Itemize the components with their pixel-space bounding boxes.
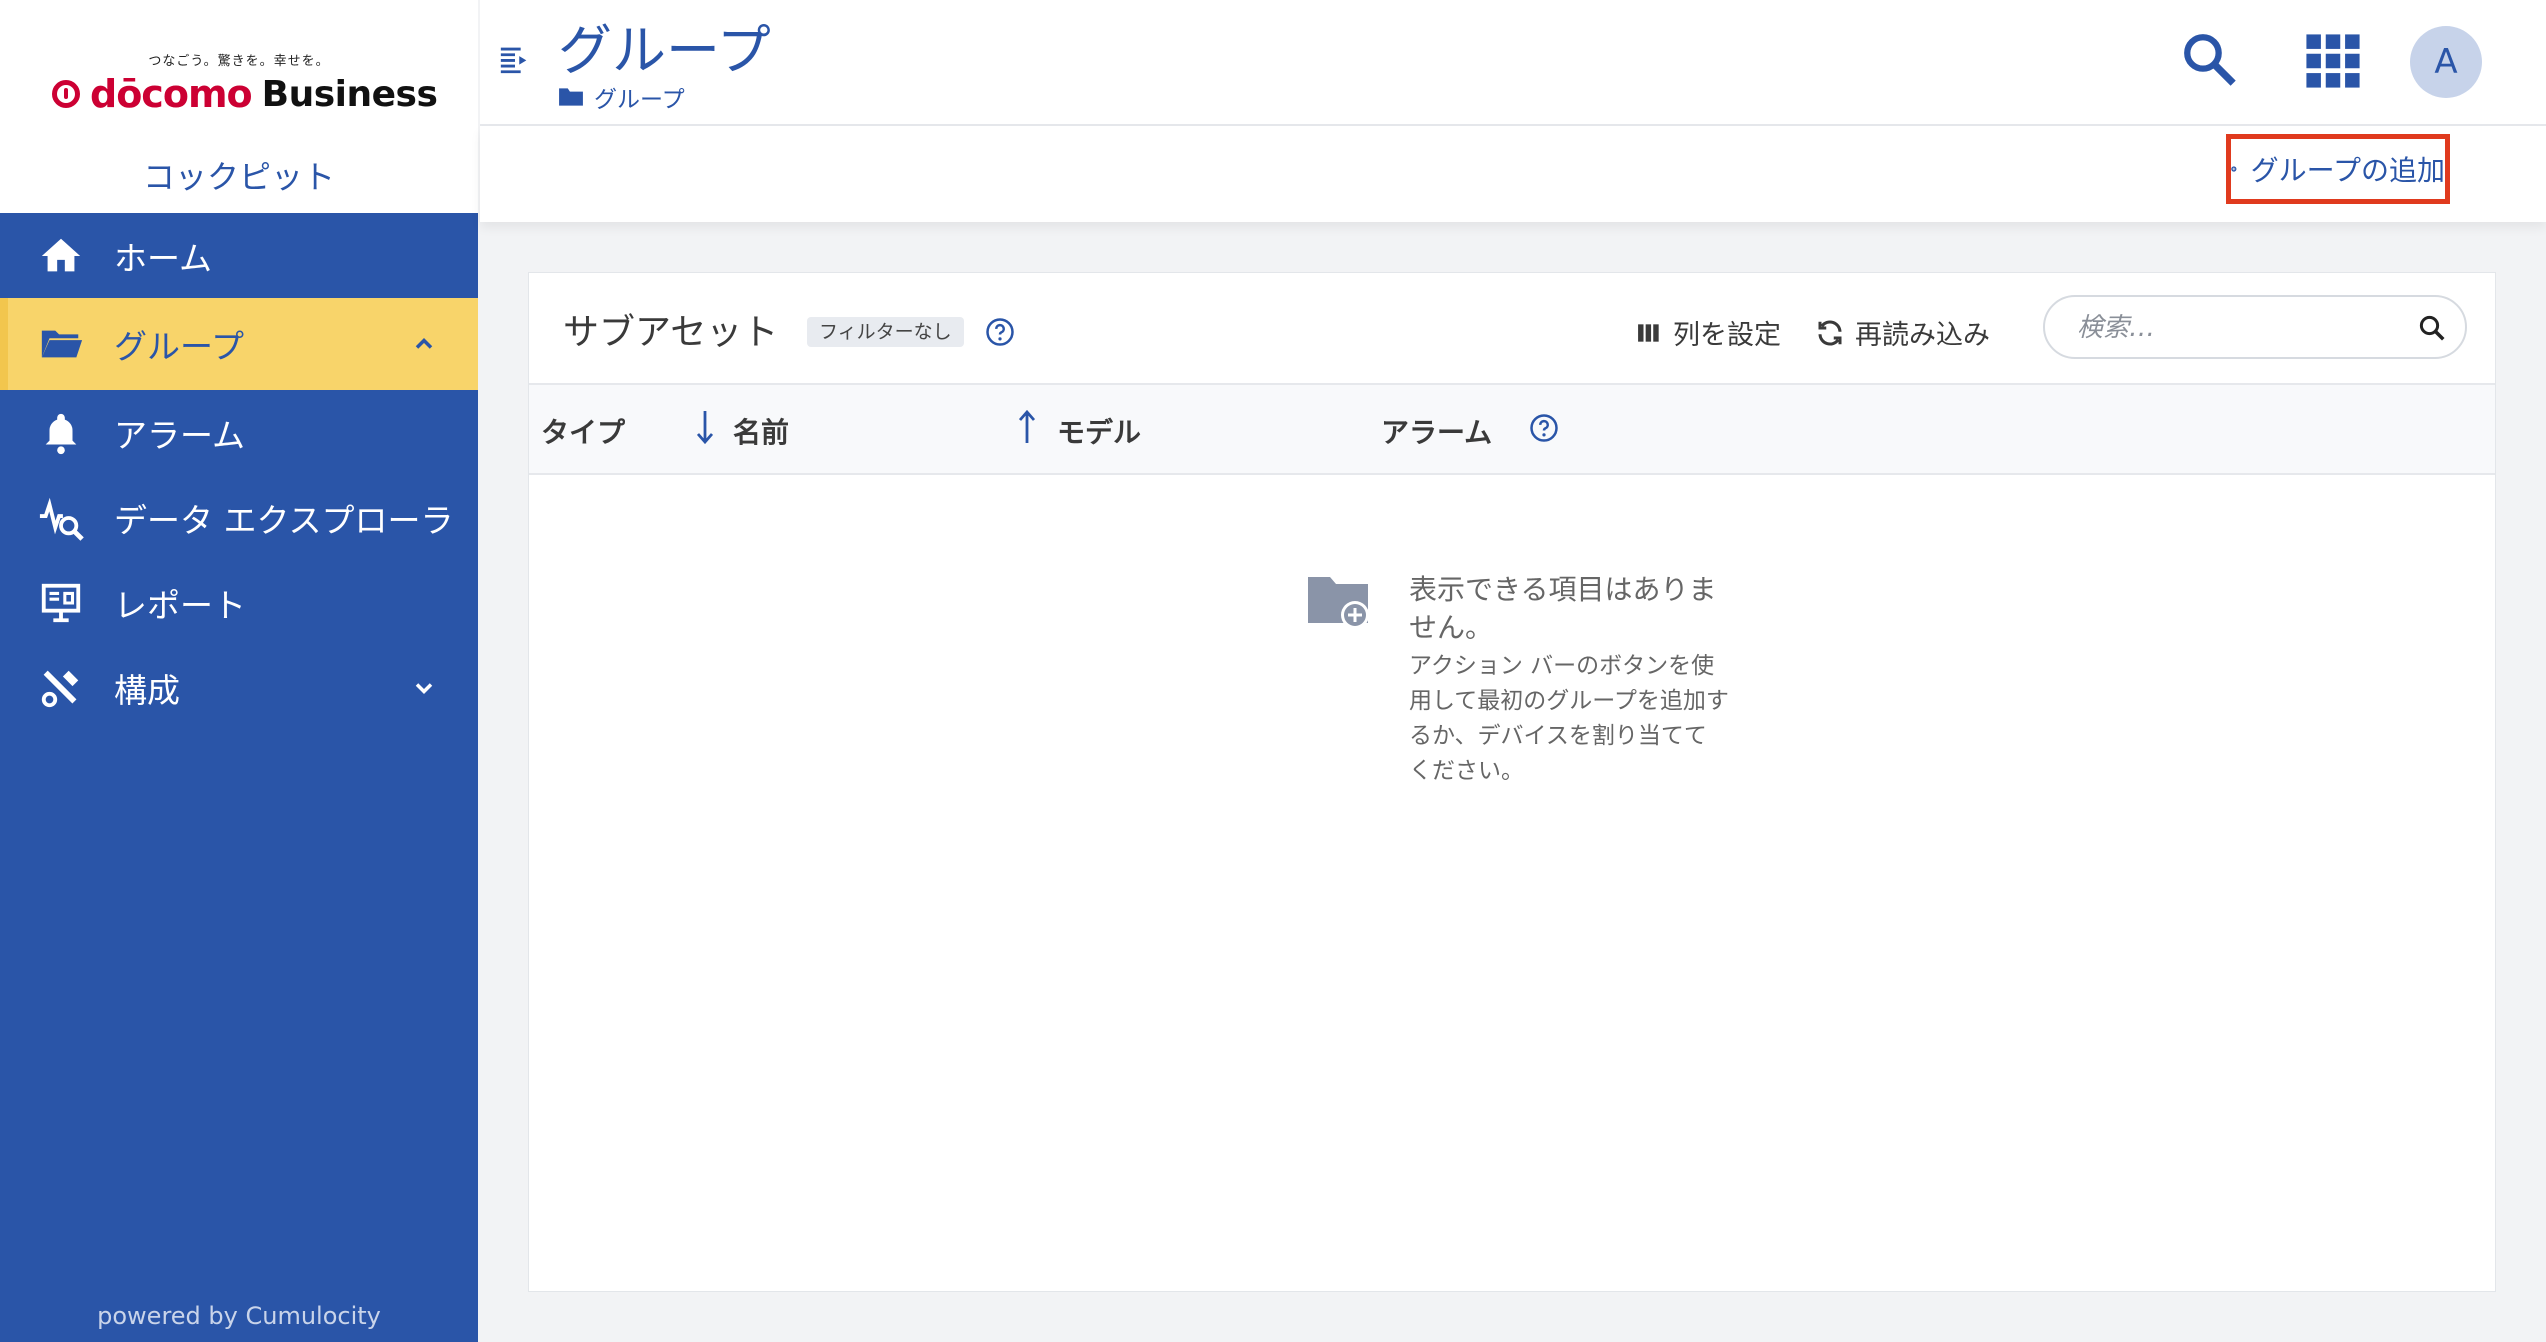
app-name: コックピット (142, 158, 335, 196)
action-bar: グループの追加 (480, 126, 2546, 222)
refresh-icon (1818, 319, 1842, 346)
powered-by-text: powered by Cumulocity (97, 1302, 381, 1330)
sidebar-item-data-explorer[interactable]: データ エクスプローラ (0, 475, 478, 560)
folder-icon (41, 330, 83, 358)
search-field[interactable] (2043, 295, 2467, 359)
empty-state-title: 表示できる項目はありません。 (1409, 573, 1717, 644)
subassets-card: サブアセット フィルターなし 列を設定 再読み込み 検索… タイプ 名前 モデル… (528, 272, 2496, 1292)
column-header-alarms[interactable]: アラーム (1381, 411, 1492, 451)
empty-state-description: アクション バーのボタンを使用して最初のグループを追加するか、デバイスを割り当て… (1409, 653, 1729, 784)
column-header-type[interactable]: タイプ (541, 411, 625, 451)
sidebar-item-label: レポート (114, 585, 246, 625)
table-header-row: タイプ 名前 モデル アラーム (529, 385, 2495, 475)
docomo-logo-mark (52, 80, 80, 108)
add-folder-icon (1308, 577, 1369, 629)
logo-business-text: Business (261, 73, 438, 115)
sidebar-item-home[interactable]: ホーム (0, 213, 478, 298)
data-explorer-icon (39, 497, 84, 541)
sidebar-item-label: ホーム (114, 238, 213, 278)
configure-columns-label: 列を設定 (1673, 320, 1781, 351)
sidebar-item-label: データ エクスプローラ (114, 500, 454, 540)
sidebar: つなごう。驚きを。幸せを。 dōcomo Business コックピット ホーム… (0, 0, 478, 1342)
app-switcher-icon[interactable] (2304, 32, 2362, 90)
user-avatar[interactable]: A (2410, 26, 2482, 98)
sidebar-item-label: グループ (114, 327, 245, 366)
search-icon[interactable] (2180, 30, 2238, 88)
reload-label: 再読み込み (1855, 320, 1990, 351)
card-title: サブアセット (563, 312, 779, 353)
columns-icon (1638, 323, 1659, 342)
sidebar-item-label: アラーム (114, 415, 246, 455)
search-input[interactable] (2075, 307, 2399, 349)
sort-descending-icon[interactable] (695, 409, 715, 445)
page-title: グループ (558, 19, 771, 82)
sidebar-item-label: 構成 (114, 670, 180, 710)
sort-ascending-icon[interactable] (1017, 409, 1037, 445)
help-icon[interactable] (985, 317, 1015, 347)
sidebar-item-alarms[interactable]: アラーム (0, 390, 478, 475)
chevron-down-icon[interactable] (410, 674, 438, 702)
sidebar-item-groups[interactable]: グループ (0, 298, 478, 390)
help-icon[interactable] (1529, 413, 1559, 443)
column-header-name[interactable]: 名前 (733, 411, 789, 451)
bell-icon (45, 413, 77, 454)
add-group-button[interactable]: グループの追加 (2226, 134, 2450, 204)
filter-badge: フィルターなし (807, 317, 964, 347)
add-group-label: グループの追加 (2250, 154, 2445, 187)
logo-docomo-text: dōcomo (90, 72, 253, 116)
docomo-business-logo[interactable]: dōcomo Business (52, 68, 438, 120)
top-header: グループ グループ A (480, 0, 2546, 126)
plus-circle-icon (2231, 166, 2237, 172)
chevron-up-icon[interactable] (410, 330, 438, 358)
sidebar-nav: ホーム グループ アラーム データ エクスプローラ レポート 構成 (0, 213, 478, 730)
brand-tagline: つなごう。驚きを。幸せを。 (148, 54, 330, 69)
column-header-model[interactable]: モデル (1057, 411, 1141, 451)
configuration-icon (41, 670, 79, 707)
configure-columns-button[interactable]: 列を設定 (1637, 313, 1781, 352)
breadcrumb[interactable]: グループ (558, 80, 685, 114)
reload-button[interactable]: 再読み込み (1815, 313, 1990, 352)
brand-area: つなごう。驚きを。幸せを。 dōcomo Business コックピット (0, 0, 478, 213)
home-icon (41, 238, 81, 271)
card-header: サブアセット フィルターなし 列を設定 再読み込み (529, 273, 2495, 385)
report-icon (41, 583, 81, 622)
sidebar-toggle-icon[interactable] (498, 42, 532, 76)
breadcrumb-item: グループ (594, 87, 685, 113)
sidebar-item-reports[interactable]: レポート (0, 560, 478, 645)
sidebar-item-configuration[interactable]: 構成 (0, 645, 478, 730)
search-icon[interactable] (2417, 313, 2447, 343)
folder-icon (559, 88, 583, 106)
